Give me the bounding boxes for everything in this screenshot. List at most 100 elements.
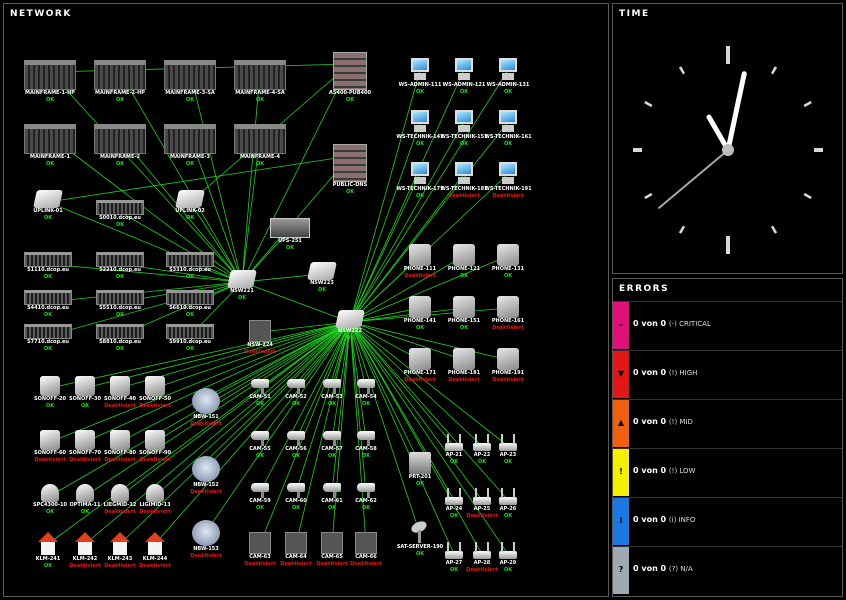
- device-as400-pub400[interactable]: AS400-PUB400 OK: [318, 52, 382, 103]
- device-label: WS-TECHNIK-191: [484, 186, 532, 192]
- device-ws-technik-191[interactable]: WS-TECHNIK-191 Deaktiviert: [476, 162, 540, 199]
- storage-icon: [333, 52, 367, 90]
- device-status: OK: [115, 97, 125, 103]
- clock-tick: [644, 100, 653, 108]
- phone-icon: [409, 244, 431, 266]
- device-mainframe-1-hp[interactable]: MAINFRAME-1-HP OK: [18, 60, 82, 103]
- device-s9910[interactable]: S9910.dcop.eu OK: [158, 324, 222, 352]
- device-nsw222[interactable]: NSW222 OK: [318, 310, 382, 341]
- device-status: OK: [503, 89, 513, 95]
- device-ap-26[interactable]: AP-26 OK: [476, 488, 540, 519]
- error-count-value: 0 von 0: [633, 319, 667, 328]
- device-mainframe-3[interactable]: MAINFRAME-3 OK: [158, 124, 222, 167]
- error-count: 0 von 0 (!) HIGH: [633, 368, 697, 377]
- device-s8810[interactable]: S8810.dcop.eu OK: [88, 324, 152, 352]
- device-nsw223[interactable]: NSW223 OK: [290, 262, 354, 293]
- house-icon: [145, 532, 165, 556]
- device-status: OK: [115, 222, 125, 228]
- device-status: OK: [185, 346, 195, 352]
- device-uplink-01[interactable]: UPLINK-01 OK: [16, 190, 80, 221]
- device-nsw-224[interactable]: NSW-224 Deaktiviert: [228, 320, 292, 355]
- analog-clock: [633, 46, 823, 254]
- clock-second-hand: [658, 149, 729, 209]
- device-s1110[interactable]: S1110.dcop.eu OK: [16, 252, 80, 280]
- clock-tick: [803, 192, 812, 200]
- phone-icon: [497, 296, 519, 318]
- device-public-dns[interactable]: PUBLIC-DNS OK: [318, 144, 382, 195]
- error-row[interactable]: – 0 von 0 (-) CRITICAL: [613, 301, 842, 349]
- cam-icon: [355, 376, 377, 394]
- device-label: PHONE-131: [491, 266, 525, 272]
- device-label: WS-TECHNIK-161: [484, 134, 532, 140]
- error-row[interactable]: ? 0 von 0 (?) N/A: [613, 546, 842, 594]
- switch-icon: [335, 310, 365, 328]
- device-label: LIGIMID-13: [139, 502, 171, 508]
- storage-icon: [333, 144, 367, 182]
- device-mainframe-4-sa[interactable]: MAINFRAME-4-SA OK: [228, 60, 292, 103]
- device-s5510[interactable]: S5510.dcop.eu OK: [88, 290, 152, 318]
- router-icon: [192, 388, 220, 414]
- device-mainframe-1[interactable]: MAINFRAME-1 OK: [18, 124, 82, 167]
- device-label: S5510.dcop.eu: [99, 305, 141, 311]
- device-s4410[interactable]: S4410.dcop.eu OK: [16, 290, 80, 318]
- device-uplink-02[interactable]: UPLINK-02 OK: [158, 190, 222, 221]
- error-row[interactable]: ▲ 0 von 0 (!) MID: [613, 399, 842, 447]
- device-phone-161[interactable]: PHONE-161 Deaktiviert: [476, 296, 540, 331]
- sat-icon: [409, 519, 429, 544]
- warning-icon: ▲: [617, 418, 625, 427]
- rack-icon: [166, 324, 214, 339]
- device-status: OK: [255, 161, 265, 167]
- device-phone-191[interactable]: PHONE-191 Deaktiviert: [476, 348, 540, 383]
- device-status: Deaktiviert: [492, 193, 524, 199]
- device-status: OK: [115, 346, 125, 352]
- device-status: OK: [185, 97, 195, 103]
- device-label: UPS-251: [278, 238, 302, 244]
- rack-icon: [96, 200, 144, 215]
- device-s2210[interactable]: S2210.dcop.eu OK: [88, 252, 152, 280]
- error-row[interactable]: i 0 von 0 (i) INFO: [613, 497, 842, 545]
- question-icon: ?: [618, 565, 624, 574]
- switch-icon: [307, 262, 337, 280]
- device-status: OK: [345, 335, 355, 341]
- device-mainframe-2-hp[interactable]: MAINFRAME-2-HP OK: [88, 60, 152, 103]
- clock-center: [722, 144, 734, 156]
- device-ws-admin-131[interactable]: WS-ADMIN-131 OK: [476, 58, 540, 95]
- error-severity-label: (!) HIGH: [668, 369, 698, 377]
- exclamation-icon: !: [619, 467, 623, 476]
- device-status: OK: [503, 513, 513, 519]
- mainframe-icon: [24, 60, 76, 90]
- device-nsw221[interactable]: NSW221 OK: [210, 270, 274, 301]
- device-label: CAM-54: [355, 394, 377, 400]
- device-label: NSW222: [338, 328, 362, 334]
- device-label: PHONE-161: [491, 318, 525, 324]
- error-row[interactable]: ! 0 von 0 (!) LOW: [613, 448, 842, 496]
- cam-icon: [355, 428, 377, 446]
- device-mainframe-2[interactable]: MAINFRAME-2 OK: [88, 124, 152, 167]
- error-severity-label: (i) INFO: [668, 516, 696, 524]
- error-row[interactable]: ▼ 0 von 0 (!) HIGH: [613, 350, 842, 398]
- rack-icon: [96, 290, 144, 305]
- device-ap-29[interactable]: AP-29 OK: [476, 542, 540, 573]
- device-label: WS-ADMIN-131: [486, 82, 530, 88]
- device-label: MAINFRAME-4-SA: [235, 90, 285, 96]
- device-label: S1110.dcop.eu: [27, 267, 69, 273]
- device-label: S8810.dcop.eu: [99, 339, 141, 345]
- device-status: OK: [115, 161, 125, 167]
- device-mainframe-3-sa[interactable]: MAINFRAME-3-SA OK: [158, 60, 222, 103]
- device-ws-technik-161[interactable]: WS-TECHNIK-161 OK: [476, 110, 540, 147]
- router-icon: [192, 456, 220, 482]
- device-ups-251[interactable]: UPS-251 OK: [258, 218, 322, 251]
- device-mainframe-4[interactable]: MAINFRAME-4 OK: [228, 124, 292, 167]
- device-phone-131[interactable]: PHONE-131 OK: [476, 244, 540, 279]
- device-s0010[interactable]: S0010.dcop.eu OK: [88, 200, 152, 228]
- device-cam-54[interactable]: CAM-54 OK: [334, 376, 398, 407]
- device-status: OK: [503, 141, 513, 147]
- error-count-value: 0 von 0: [633, 515, 667, 524]
- error-count: 0 von 0 (!) MID: [633, 417, 693, 426]
- rack-icon: [24, 290, 72, 305]
- device-status: Deaktiviert: [139, 563, 171, 569]
- device-ap-23[interactable]: AP-23 OK: [476, 434, 540, 465]
- rack-icon: [96, 252, 144, 267]
- device-s7710[interactable]: S7710.dcop.eu OK: [16, 324, 80, 352]
- ws-icon: [453, 162, 475, 186]
